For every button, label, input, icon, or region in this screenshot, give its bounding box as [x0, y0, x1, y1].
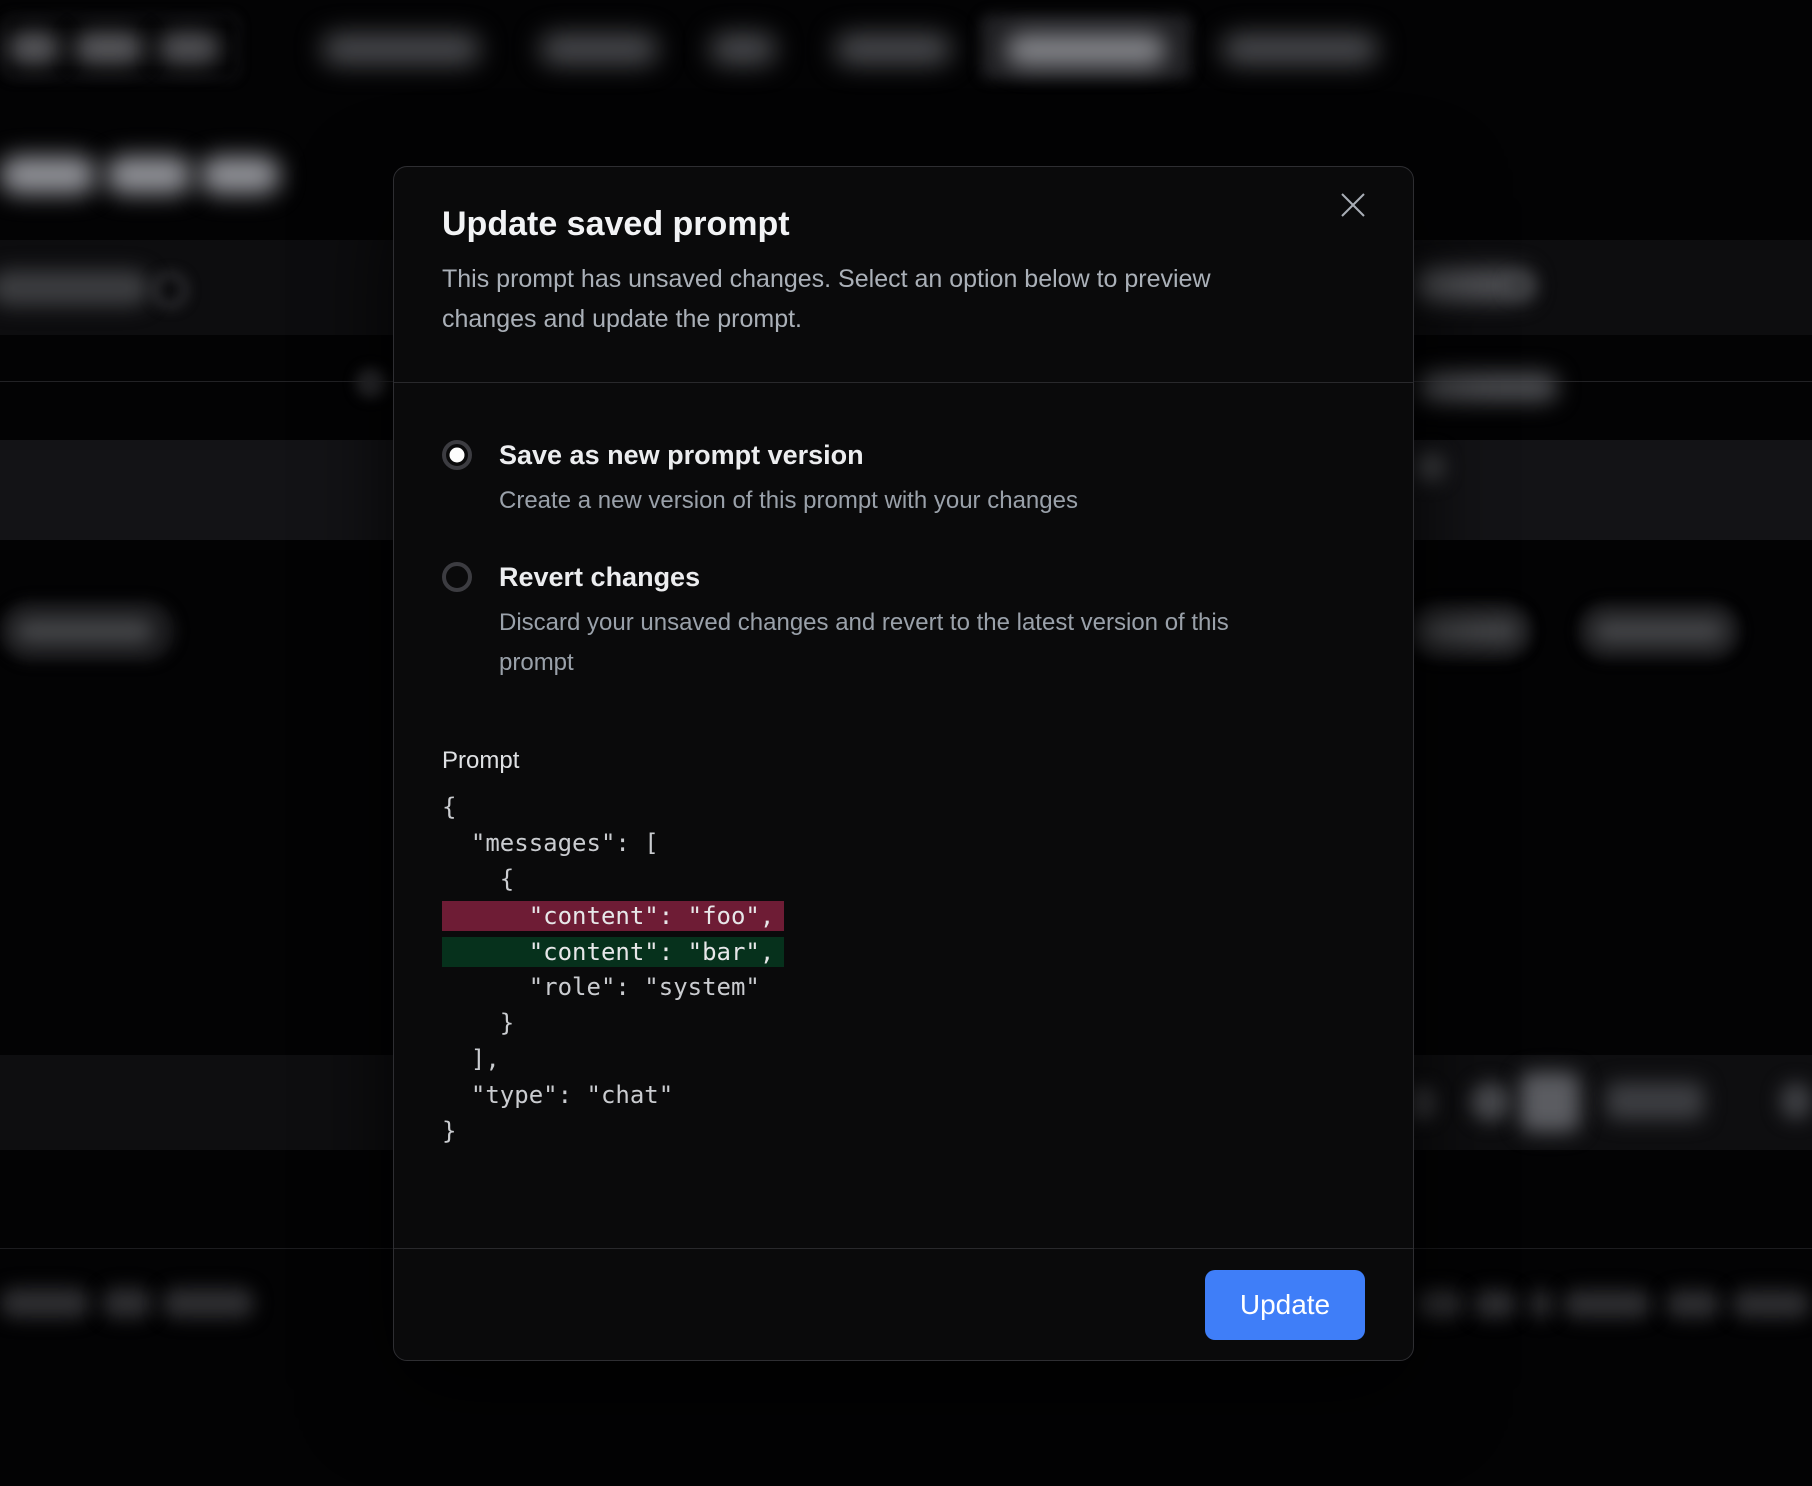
radio-save-as-new-version[interactable]: [442, 440, 472, 470]
blurred-add-task-glyphs-right: [1592, 618, 1726, 644]
prompt-code: { "messages": [ { "content": "foo", "con…: [442, 789, 1365, 1149]
dialog-title: Update saved prompt: [442, 203, 1365, 245]
option-label: Save as new prompt version: [499, 435, 864, 475]
option-description: Create a new version of this prompt with…: [499, 481, 1259, 521]
blurred-bottom-right-word-2: [1473, 1290, 1517, 1318]
code-line: "messages": [: [442, 825, 1365, 861]
option-texts: Save as new prompt version: [472, 435, 864, 475]
update-saved-prompt-dialog: Update saved prompt This prompt has unsa…: [393, 166, 1414, 1361]
option-list: Save as new prompt version Create a new …: [394, 435, 1413, 683]
blurred-bottom-icon-4: [1780, 1082, 1812, 1120]
option-texts: Revert changes: [472, 557, 700, 597]
blurred-filter-icon: [152, 272, 188, 308]
dialog-footer: Update: [394, 1248, 1413, 1360]
option-label: Revert changes: [499, 557, 700, 597]
close-icon: [1340, 192, 1366, 218]
code-line: }: [442, 1113, 1365, 1149]
blurred-logo: [8, 32, 60, 64]
blurred-page-title-word-1: [0, 156, 96, 194]
blurred-page-title-word-3: [200, 156, 280, 194]
blurred-nav-item-1: [322, 34, 480, 64]
header-divider: [394, 382, 1413, 383]
code-line: }: [442, 1005, 1365, 1041]
blurred-right-row-3: [1415, 452, 1445, 482]
option-description: Discard your unsaved changes and revert …: [499, 603, 1259, 683]
dialog-description: This prompt has unsaved changes. Select …: [442, 259, 1252, 339]
option-save-as-new-version[interactable]: Save as new prompt version: [442, 435, 1365, 475]
close-button[interactable]: [1327, 179, 1379, 231]
blurred-bottom-left-word-3: [162, 1288, 254, 1318]
blurred-nav-item-4: [835, 34, 951, 64]
blurred-bottom-right-word-6: [1732, 1290, 1810, 1318]
blurred-bottom-left-word-1: [0, 1288, 90, 1318]
blurred-release-button: [1606, 1082, 1704, 1120]
radio-revert-changes[interactable]: [442, 562, 472, 592]
code-line: "content": "bar",: [442, 933, 1365, 969]
blurred-nav-item-6: [1222, 34, 1378, 64]
blurred-bottom-right-word-5: [1666, 1290, 1720, 1318]
prompt-section-label: Prompt: [442, 741, 1365, 781]
dialog-header: Update saved prompt This prompt has unsa…: [394, 167, 1413, 339]
blurred-page-title-word-2: [106, 156, 192, 194]
code-line: "type": "chat": [442, 1077, 1365, 1113]
blurred-right-row-1-caret: [1508, 276, 1534, 296]
blurred-bottom-right-word-1: [1417, 1290, 1463, 1318]
blurred-right-row-2: [1418, 372, 1558, 402]
code-line: "role": "system": [442, 969, 1365, 1005]
code-line: {: [442, 861, 1365, 897]
blurred-bottom-icon-3: [1520, 1072, 1580, 1132]
option-revert-changes[interactable]: Revert changes: [442, 557, 1365, 597]
code-line: {: [442, 789, 1365, 825]
blurred-add-task-glyphs-left: [14, 618, 154, 644]
blurred-bottom-right-word-4: [1563, 1290, 1651, 1318]
blurred-bottom-icon-2: [1470, 1082, 1510, 1122]
blurred-nav-item-3: [710, 34, 776, 64]
blurred-project-name: [74, 32, 144, 64]
code-line: ],: [442, 1041, 1365, 1077]
blurred-row-icon: [356, 368, 386, 398]
blurred-add-message-glyphs: [1420, 618, 1520, 644]
blurred-bottom-right-word-3: [1530, 1290, 1552, 1318]
code-line: "content": "foo",: [442, 897, 1365, 933]
blurred-nav-item-5: [1006, 34, 1166, 66]
blurred-project-caret: [158, 32, 220, 64]
blurred-bottom-left-word-2: [102, 1288, 152, 1318]
blurred-filter-control: [0, 270, 150, 306]
update-button[interactable]: Update: [1205, 1270, 1365, 1340]
blurred-nav-item-2: [540, 34, 658, 64]
